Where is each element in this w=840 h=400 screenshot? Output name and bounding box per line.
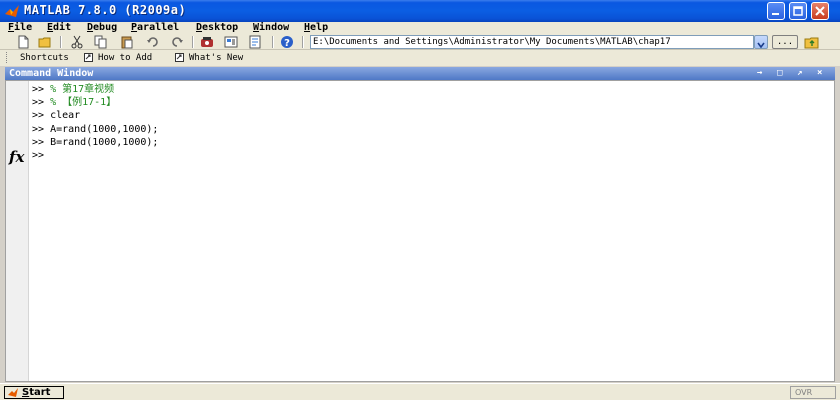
close-panel-icon[interactable]: × — [817, 68, 822, 79]
command-line: >> % 第17章视频 — [32, 84, 115, 95]
popout-icon[interactable]: ↗ — [797, 68, 802, 79]
command-line: >> clear — [32, 110, 81, 121]
menu-window[interactable]: Window — [253, 22, 289, 34]
command-line: >> A=rand(1000,1000); — [32, 124, 159, 135]
maximize-icon — [793, 6, 803, 16]
grip-handle[interactable] — [6, 52, 9, 63]
command-window-title: Command Window — [9, 68, 94, 79]
shortcut-icon — [175, 53, 184, 62]
profiler-icon[interactable] — [248, 35, 262, 49]
status-bar: Start OVR — [0, 383, 840, 400]
command-gutter — [6, 81, 29, 381]
minimize-button[interactable] — [767, 2, 785, 20]
shortcuts-label: Shortcuts — [20, 53, 69, 63]
maximize-button[interactable] — [789, 2, 807, 20]
overwrite-indicator: OVR — [790, 386, 836, 399]
menu-parallel[interactable]: Parallel — [131, 22, 179, 34]
new-file-icon[interactable] — [16, 35, 30, 49]
title-bar[interactable]: MATLAB 7.8.0 (R2009a) — [0, 0, 840, 22]
start-button[interactable]: Start — [4, 386, 64, 399]
folder-up-icon[interactable] — [804, 35, 820, 49]
simulink-icon[interactable] — [200, 35, 214, 49]
help-icon[interactable]: ? — [280, 35, 294, 49]
guide-icon[interactable] — [224, 35, 238, 49]
copy-icon[interactable] — [94, 35, 108, 49]
toolbar-separator — [272, 36, 274, 48]
current-folder-input[interactable]: E:\Documents and Settings\Administrator\… — [310, 35, 754, 49]
matlab-start-icon — [8, 388, 18, 397]
minimize-icon — [772, 13, 779, 15]
browse-folder-button[interactable]: ... — [772, 35, 798, 49]
command-window-titlebar[interactable]: Command Window → □ ↗ × — [5, 67, 835, 80]
toolbar-separator — [302, 36, 304, 48]
cut-icon[interactable] — [70, 35, 84, 49]
close-icon — [815, 6, 825, 16]
menu-bar: File Edit Debug Parallel Desktop Window … — [0, 22, 840, 34]
command-window[interactable]: fx >> % 第17章视频 >> % 【例17-1】 >> clear >> … — [5, 80, 835, 382]
shortcut-icon — [84, 53, 93, 62]
start-label: Start — [22, 387, 51, 398]
redo-icon[interactable] — [170, 35, 184, 49]
svg-text:?: ? — [284, 38, 290, 49]
shortcut-how-to-add[interactable]: How to Add — [98, 52, 152, 64]
maximize-panel-icon[interactable]: □ — [777, 68, 782, 79]
toolbar: ? E:\Documents and Settings\Administrato… — [0, 34, 840, 50]
menu-help[interactable]: Help — [304, 22, 328, 34]
shortcuts-toolbar: Shortcuts How to Add What's New — [0, 50, 840, 66]
paste-icon[interactable] — [120, 35, 134, 49]
open-folder-icon[interactable] — [38, 35, 52, 49]
undock-icon[interactable]: → — [757, 68, 762, 79]
menu-desktop[interactable]: Desktop — [196, 22, 238, 34]
menu-file[interactable]: File — [8, 22, 32, 34]
shortcut-whats-new[interactable]: What's New — [189, 52, 243, 64]
command-line: >> % 【例17-1】 — [32, 97, 117, 108]
close-button[interactable] — [811, 2, 829, 20]
command-input-line[interactable]: >> — [32, 149, 44, 162]
command-line: >> B=rand(1000,1000); — [32, 137, 159, 148]
undo-icon[interactable] — [146, 35, 160, 49]
matlab-logo-icon — [5, 5, 19, 17]
toolbar-separator — [60, 36, 62, 48]
menu-debug[interactable]: Debug — [87, 22, 117, 34]
function-browser-icon[interactable]: fx — [9, 148, 24, 166]
menu-edit[interactable]: Edit — [47, 22, 71, 34]
window-title: MATLAB 7.8.0 (R2009a) — [24, 3, 187, 17]
toolbar-separator — [192, 36, 194, 48]
current-folder-dropdown[interactable] — [754, 35, 768, 49]
